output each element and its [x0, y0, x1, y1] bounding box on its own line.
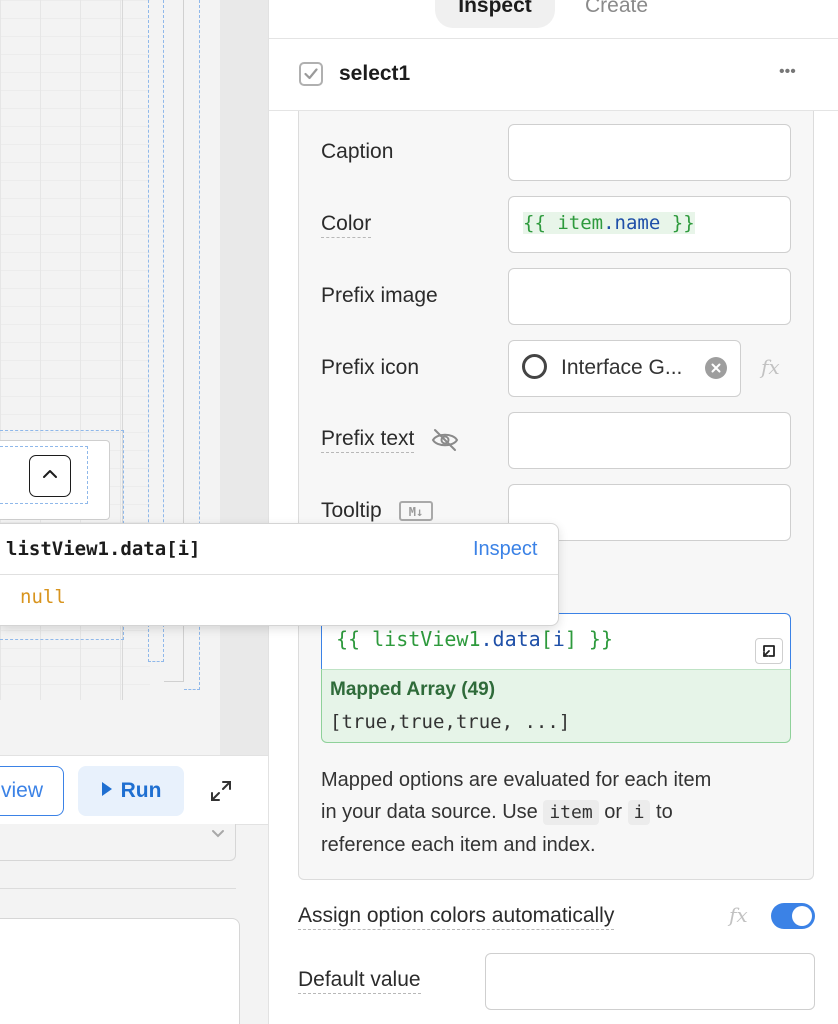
more-options-icon[interactable]: ••• [779, 63, 796, 81]
template-dot: . [603, 212, 615, 234]
prefix-image-input[interactable] [508, 268, 791, 325]
app-canvas[interactable]: view Run [0, 0, 268, 1024]
code-bracket: ] [564, 627, 577, 651]
template-object: item [557, 212, 604, 234]
color-label: Color [321, 212, 372, 238]
assign-colors-toggle[interactable] [771, 903, 815, 929]
query-divider [0, 888, 236, 889]
tabs-divider [269, 38, 838, 39]
mapped-options-help: Mapped options are evaluated for each it… [321, 764, 791, 861]
template-property: name [614, 212, 661, 234]
code-close: }} [576, 627, 613, 651]
tooltip-label: Tooltip [321, 499, 382, 522]
checkbox-component-icon [299, 62, 323, 86]
prefix-icon-label: Prefix icon [321, 356, 420, 379]
help-text: in your data source. Use [321, 801, 544, 823]
assign-colors-label: Assign option colors automatically [298, 904, 615, 930]
chevron-down-icon [211, 826, 225, 844]
popover-inspect-link[interactable]: Inspect [473, 538, 537, 561]
popover-value: null [20, 586, 66, 608]
fx-icon[interactable]: fx [729, 903, 748, 927]
code-dot: . [480, 627, 493, 651]
prefix-text-input[interactable] [508, 412, 791, 469]
play-icon [101, 779, 113, 803]
inspector-panel: Inspect Create select1 ••• Caption Color… [268, 0, 838, 1024]
mapped-array-value: [true,true,true, ...] [330, 711, 571, 733]
default-value-label: Default value [298, 968, 421, 994]
preview-button-label: view [0, 779, 43, 802]
expand-editor-icon[interactable] [755, 638, 783, 664]
color-expression: {{ item.name }} [523, 212, 695, 234]
circle-icon [522, 354, 547, 379]
chevron-up-icon [41, 467, 59, 485]
mapped-array-title: Mapped Array (49) [330, 679, 496, 700]
eye-off-icon [431, 428, 459, 457]
popover-divider [0, 574, 558, 575]
fx-icon[interactable]: fx [761, 355, 780, 379]
code-index: i [552, 627, 565, 651]
inline-code: item [543, 800, 599, 825]
query-resource-select[interactable] [0, 824, 236, 861]
prefix-icon-value: Interface G... [561, 356, 683, 379]
help-line: Mapped options are evaluated for each it… [321, 769, 712, 791]
default-value-input[interactable] [485, 953, 815, 1010]
help-text: to [650, 801, 673, 823]
canvas-gutter [220, 0, 268, 755]
template-open: {{ [523, 212, 558, 234]
popover-expression: listView1.data[i] [6, 538, 201, 560]
caption-label: Caption [321, 140, 394, 163]
clear-icon[interactable] [705, 357, 727, 379]
prefix-image-label: Prefix image [321, 284, 438, 307]
help-line: reference each item and index. [321, 834, 596, 856]
markdown-icon: M↓ [399, 501, 433, 521]
code-bracket: [ [540, 627, 553, 651]
color-input[interactable]: {{ item.name }} [508, 196, 791, 253]
code-object: listView1 [372, 627, 481, 651]
run-button-label: Run [120, 779, 162, 802]
template-close: }} [660, 212, 695, 234]
toggle-knob [792, 906, 812, 926]
tab-inspect-label: Inspect [458, 0, 532, 17]
code-property: data [492, 627, 541, 651]
help-line: in your data source. Use item or i to [321, 796, 791, 829]
tab-create[interactable]: Create [585, 0, 648, 18]
prefix-text-label: Prefix text [321, 427, 415, 453]
expand-icon[interactable] [206, 776, 236, 806]
caption-input[interactable] [508, 124, 791, 181]
component-name[interactable]: select1 [339, 62, 410, 86]
code-open: {{ [336, 627, 373, 651]
run-button[interactable]: Run [78, 766, 184, 816]
query-editor[interactable] [0, 918, 240, 1024]
inline-code: i [627, 800, 651, 825]
collapse-button[interactable] [29, 455, 71, 497]
preview-button[interactable]: view [0, 766, 64, 816]
help-text: or [598, 801, 628, 823]
value-inspect-popover: listView1.data[i] Inspect null [0, 523, 559, 626]
